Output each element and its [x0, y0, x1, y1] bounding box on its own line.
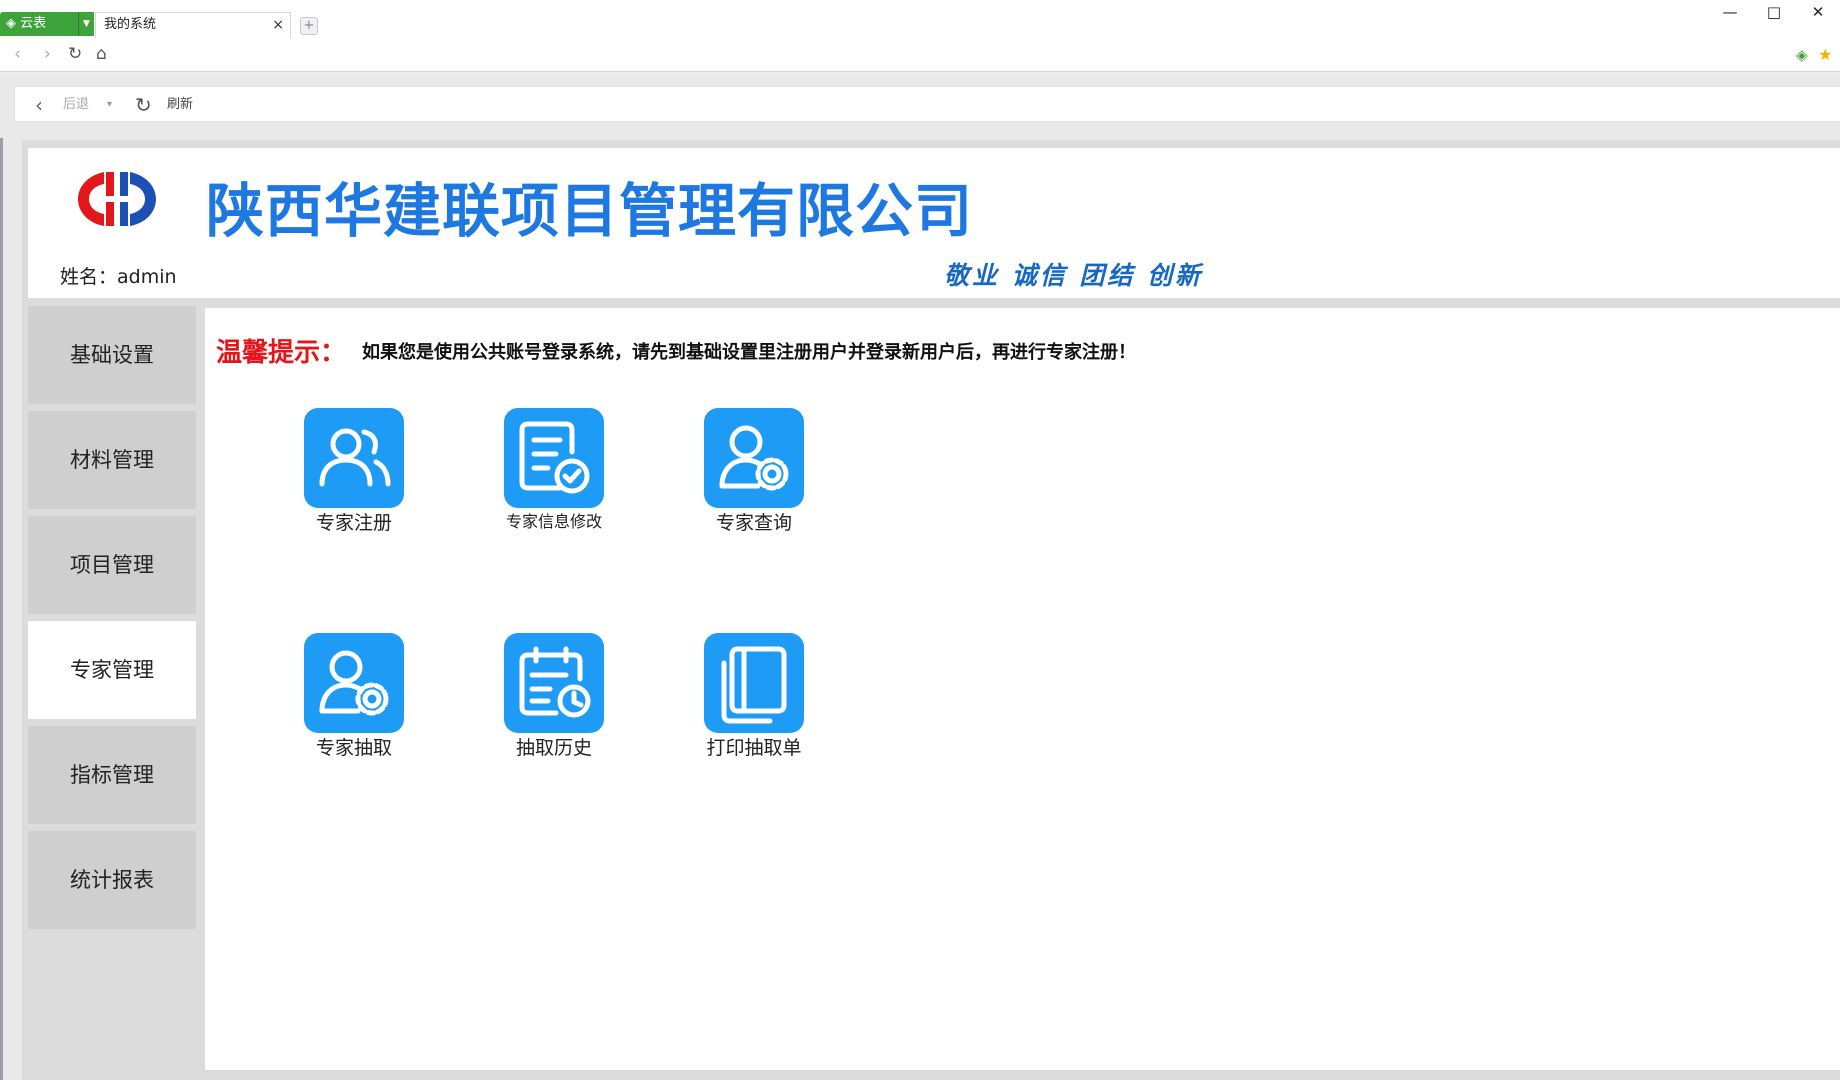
- sidebar-item-reports[interactable]: 统计报表: [28, 831, 196, 929]
- tip-text: 如果您是使用公共账号登录系统，请先到基础设置里注册用户并登录新用户后，再进行专家…: [362, 342, 1136, 363]
- tile-label: 专家查询: [715, 512, 792, 534]
- user-gear-icon: [319, 650, 389, 716]
- user-name-label: 姓名：admin: [60, 266, 177, 288]
- tab-title: 我的系统: [104, 17, 157, 32]
- back-icon[interactable]: ‹: [14, 44, 21, 64]
- new-tab-button[interactable]: +: [300, 17, 318, 35]
- user-gear-icon: [719, 425, 789, 491]
- tile-draw-history[interactable]: 抽取历史: [454, 633, 654, 773]
- book-icon: [721, 646, 787, 724]
- company-motto: 敬业 诚信 团结 创新: [944, 261, 1204, 290]
- calendar-clock-icon: [519, 646, 591, 718]
- tile-icon-box[interactable]: [504, 633, 604, 733]
- app-diamond-icon: ◈: [6, 16, 21, 31]
- back-arrow-icon[interactable]: ‹: [35, 87, 43, 123]
- sidebar-item-projects[interactable]: 项目管理: [28, 516, 196, 614]
- tab-close-icon[interactable]: ×: [272, 13, 284, 37]
- app-menu-button[interactable]: ◈ 云表 ▼: [0, 12, 94, 36]
- browser-nav-bar: ‹ › ↻ ⌂ ◈ ★: [0, 38, 1840, 72]
- tile-expert-edit[interactable]: 专家信息修改: [454, 408, 654, 548]
- tile-label: 专家信息修改: [505, 512, 602, 531]
- minimize-button[interactable]: —: [1708, 2, 1752, 22]
- home-icon[interactable]: ⌂: [96, 44, 107, 64]
- sidebar: 基础设置 材料管理 项目管理 专家管理 指标管理 统计报表: [28, 306, 198, 1080]
- tile-label: 打印抽取单: [706, 737, 802, 759]
- tile-expert-draw[interactable]: 专家抽取: [254, 633, 454, 773]
- tile-icon-box[interactable]: [704, 633, 804, 733]
- sidebar-item-indicators[interactable]: 指标管理: [28, 726, 196, 824]
- tile-expert-query[interactable]: 专家查询: [654, 408, 854, 548]
- tile-icon-box[interactable]: [304, 633, 404, 733]
- tile-print-sheet[interactable]: 打印抽取单: [654, 633, 854, 773]
- tile-icon-box[interactable]: [704, 408, 804, 508]
- refresh-button[interactable]: 刷新: [167, 87, 193, 123]
- sidebar-item-materials[interactable]: 材料管理: [28, 411, 196, 509]
- users-icon: [319, 428, 391, 487]
- back-button[interactable]: 后退: [63, 87, 89, 123]
- tile-icon-box[interactable]: [304, 408, 404, 508]
- document-check-icon: [519, 421, 590, 494]
- sidebar-item-experts[interactable]: 专家管理: [28, 621, 196, 719]
- extension-diamond-icon[interactable]: ◈: [1796, 46, 1808, 64]
- tile-label: 专家抽取: [315, 737, 392, 759]
- browser-tab[interactable]: 我的系统 ×: [95, 12, 291, 38]
- tile-label: 专家注册: [315, 512, 392, 534]
- favorite-star-icon[interactable]: ★: [1818, 45, 1832, 64]
- tile-icon-box[interactable]: [504, 408, 604, 508]
- tile-label: 抽取历史: [515, 737, 592, 759]
- chevron-down-icon[interactable]: ▼: [78, 12, 94, 36]
- company-name: 陕西华建联项目管理有限公司: [206, 177, 974, 245]
- forward-icon[interactable]: ›: [44, 44, 51, 64]
- close-window-button[interactable]: ✕: [1796, 2, 1840, 22]
- sidebar-item-basic-settings[interactable]: 基础设置: [28, 306, 196, 404]
- tile-expert-register[interactable]: 专家注册: [254, 408, 454, 548]
- frame-border: [0, 138, 3, 1080]
- app-badge-label: 云表: [20, 16, 47, 31]
- page-toolbar: ‹ 后退 ▾ ↻ 刷新: [14, 86, 1840, 122]
- history-dropdown-icon[interactable]: ▾: [107, 87, 112, 123]
- reload-icon[interactable]: ↻: [68, 44, 82, 64]
- tip-label: 温馨提示：: [216, 338, 347, 368]
- refresh-icon[interactable]: ↻: [135, 87, 152, 123]
- company-logo-icon: [78, 172, 156, 226]
- maximize-button[interactable]: □: [1752, 2, 1796, 22]
